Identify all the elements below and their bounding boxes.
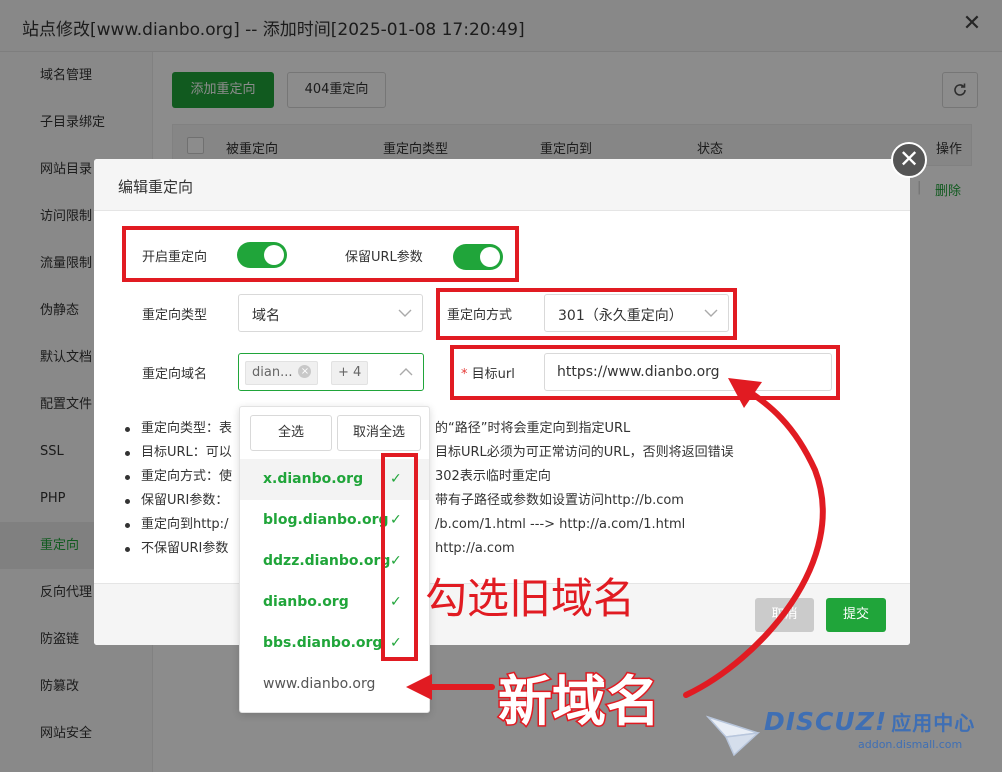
discuz-watermark: DISCUZ! 应用中心 addon.dismall.com — [706, 707, 996, 767]
annotation-new-domain-text: 新域名 — [497, 668, 662, 735]
paper-plane-icon — [706, 715, 760, 757]
watermark-url: addon.dismall.com — [858, 738, 963, 751]
annotation-check-old-text: 勾选旧域名 — [425, 574, 636, 623]
watermark-brand: DISCUZ! 应用中心 — [764, 707, 976, 736]
